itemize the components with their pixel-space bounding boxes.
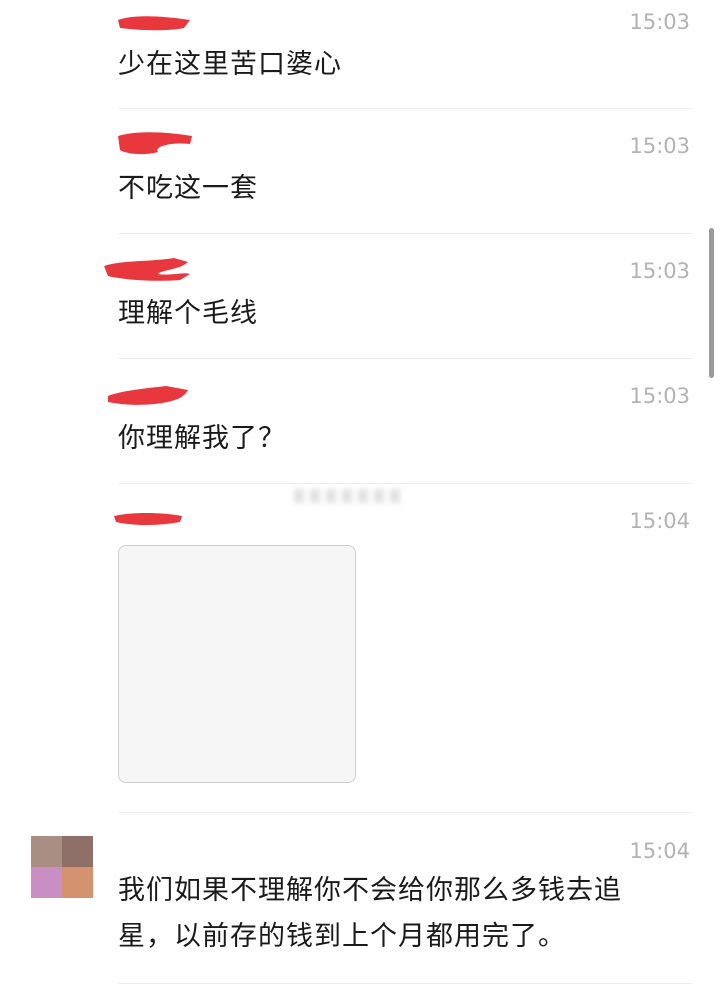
message-timestamp: 15:03 xyxy=(629,384,690,408)
chat-history: 15:03 少在这里苦口婆心 15:03 不吃这一套 15:03 理解个毛线 1… xyxy=(0,0,720,991)
message-divider xyxy=(118,108,692,109)
message-text: 不吃这一套 xyxy=(118,173,258,204)
message-timestamp: 15:03 xyxy=(629,259,690,283)
avatar-tile xyxy=(62,836,93,867)
redacted-sender-name xyxy=(104,258,190,281)
message-timestamp: 15:04 xyxy=(629,509,690,533)
image-placeholder-icon[interactable] xyxy=(118,545,356,783)
avatar[interactable] xyxy=(31,836,93,898)
message-text: 理解个毛线 xyxy=(118,298,258,329)
message-text: 少在这里苦口婆心 xyxy=(118,49,342,80)
redacted-sender-name xyxy=(118,132,192,155)
redacted-sender-name xyxy=(108,386,188,405)
message-timestamp: 15:04 xyxy=(629,839,690,863)
message-divider xyxy=(118,812,692,813)
message-text: 你理解我了？ xyxy=(118,423,286,454)
message-divider xyxy=(118,233,692,234)
message-timestamp: 15:03 xyxy=(629,10,690,34)
blurred-overlay-text xyxy=(294,486,424,506)
avatar-tile xyxy=(31,867,62,898)
scrollbar[interactable] xyxy=(709,228,714,378)
message-divider xyxy=(118,358,692,359)
message-text: 我们如果不理解你不会给你那么多钱去追星，以前存的钱到上个月都用完了。 xyxy=(118,875,622,952)
avatar-tile xyxy=(31,836,62,867)
message-divider xyxy=(118,983,692,984)
avatar-tile xyxy=(62,867,93,898)
redacted-sender-name xyxy=(118,16,190,31)
message-timestamp: 15:03 xyxy=(629,134,690,158)
message-divider xyxy=(118,483,692,484)
redacted-sender-name xyxy=(114,513,182,525)
